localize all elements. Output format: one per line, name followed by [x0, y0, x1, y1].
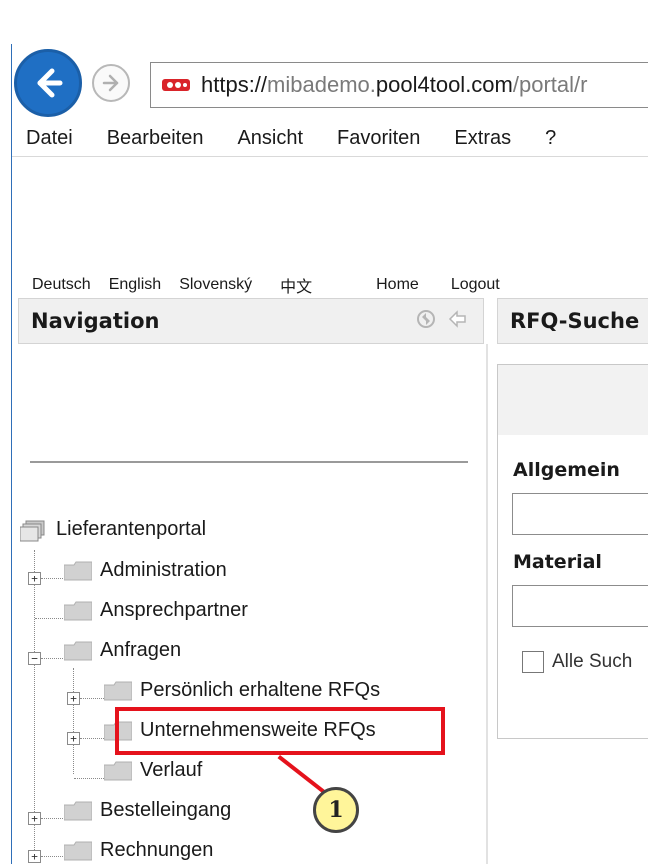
tree-item-verlauf[interactable]: Verlauf — [104, 759, 202, 782]
address-bar[interactable]: https://mibademo. pool4tool.com/portal/r — [150, 62, 648, 108]
tree-item-label: Verlauf — [140, 759, 203, 781]
title-bar — [0, 0, 648, 44]
expand-administration[interactable]: + — [28, 572, 41, 585]
folder-icon — [64, 561, 92, 581]
back-button[interactable] — [14, 49, 82, 117]
highlight-box — [115, 707, 445, 755]
menu-extras[interactable]: Extras — [454, 127, 511, 150]
menu-bearbeiten[interactable]: Bearbeiten — [107, 127, 204, 150]
callout-badge: 1 — [313, 787, 359, 833]
lang-english[interactable]: English — [109, 276, 161, 294]
window-edge — [0, 0, 12, 864]
rfq-search-header: RFQ-Suche — [497, 298, 648, 344]
tree-line — [73, 668, 74, 774]
logout-link[interactable]: Logout — [451, 276, 500, 294]
menu-favoriten[interactable]: Favoriten — [337, 127, 420, 150]
panel-divider — [486, 344, 488, 864]
folder-icon — [64, 641, 92, 661]
collapse-arrow-icon[interactable] — [447, 308, 469, 330]
url-domain: pool4tool.com — [375, 72, 513, 97]
tree-item-bestelleingang[interactable]: Bestelleingang — [64, 799, 231, 822]
navigation-tools — [413, 307, 469, 331]
tree-connector — [80, 738, 104, 739]
tree-root[interactable]: Lieferantenportal — [20, 518, 206, 541]
material-search-input[interactable] — [512, 585, 648, 627]
tree-connector — [41, 578, 63, 579]
tree-item-administration[interactable]: Administration — [64, 559, 227, 582]
tree-root-label: Lieferantenportal — [56, 518, 207, 540]
url-scheme: https:// — [201, 72, 268, 97]
general-label: Allgemein — [513, 459, 620, 481]
language-bar: Deutsch English Slovenský 中文 Home Logout — [32, 274, 500, 296]
search-form-header — [498, 365, 648, 435]
rfq-search-form: Allgemein Material Alle Such — [497, 364, 648, 739]
all-search-checkbox[interactable] — [522, 651, 544, 673]
lang-slovensky[interactable]: Slovenský — [179, 276, 252, 294]
rfq-search-title: RFQ-Suche — [510, 309, 640, 333]
menu-datei[interactable]: Datei — [26, 127, 73, 150]
folder-icon — [64, 601, 92, 621]
material-label: Material — [513, 551, 602, 573]
tree-item-ansprechpartner[interactable]: Ansprechpartner — [64, 599, 248, 622]
menu-help[interactable]: ? — [545, 127, 556, 150]
tree-item-label: Ansprechpartner — [100, 599, 248, 621]
collapse-anfragen[interactable]: − — [28, 652, 41, 665]
expand-persoenlich[interactable]: + — [67, 692, 80, 705]
lang-chinese[interactable]: 中文 — [280, 273, 312, 297]
tree-item-label: Persönlich erhaltene RFQs — [140, 679, 381, 701]
home-link[interactable]: Home — [376, 276, 419, 294]
expand-bestelleingang[interactable]: + — [28, 812, 41, 825]
site-security-icon — [161, 76, 191, 94]
portal-folders-icon — [20, 520, 48, 541]
expand-rechnungen[interactable]: + — [28, 850, 41, 863]
folder-icon — [104, 761, 132, 781]
expand-unternehmensweit[interactable]: + — [67, 732, 80, 745]
tree-item-anfragen[interactable]: Anfragen — [64, 639, 181, 662]
tree-item-persoenlich-rfqs[interactable]: Persönlich erhaltene RFQs — [104, 679, 380, 702]
folder-icon — [104, 681, 132, 701]
tree-connector — [41, 658, 63, 659]
tree-item-rechnungen[interactable]: Rechnungen — [64, 839, 213, 862]
url-subdomain: mibademo. — [267, 72, 376, 97]
forward-button[interactable] — [92, 64, 130, 102]
tree-item-label: Bestelleingang — [100, 799, 232, 821]
tree-item-label: Rechnungen — [100, 839, 214, 861]
tree-item-label: Administration — [100, 559, 227, 581]
folder-icon — [64, 801, 92, 821]
tree-connector — [41, 856, 63, 857]
folder-icon — [64, 841, 92, 861]
tree-connector — [35, 618, 63, 619]
tree-connector — [80, 698, 104, 699]
navigation-header: Navigation — [18, 298, 484, 344]
arrow-left-icon — [37, 68, 63, 98]
navigation-separator — [30, 461, 468, 463]
all-search-label: Alle Such — [552, 651, 633, 672]
refresh-icon[interactable] — [413, 307, 439, 331]
menu-ansicht[interactable]: Ansicht — [237, 127, 303, 150]
url-path: /portal/r — [512, 72, 588, 97]
tree-item-label: Anfragen — [100, 639, 182, 661]
navigation-title: Navigation — [31, 309, 160, 333]
tree-connector — [41, 818, 63, 819]
browser-menu-bar: Datei Bearbeiten Ansicht Favoriten Extra… — [12, 121, 648, 157]
general-search-input[interactable] — [512, 493, 648, 535]
arrow-right-icon — [102, 74, 119, 92]
tree-connector — [74, 778, 104, 779]
lang-deutsch[interactable]: Deutsch — [32, 276, 91, 294]
